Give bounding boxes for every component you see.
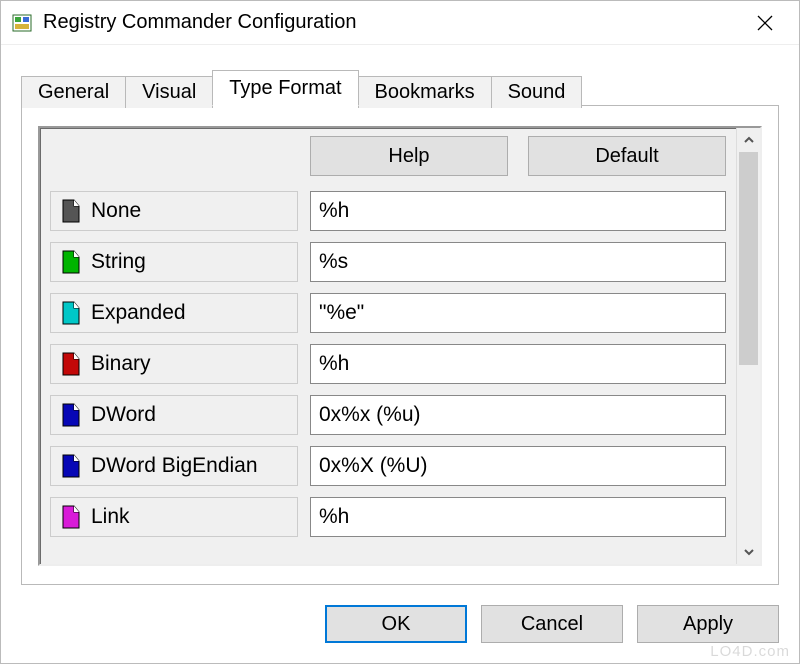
label-text: Link (91, 505, 130, 529)
scroll-thumb[interactable] (739, 152, 758, 365)
app-icon (11, 12, 33, 34)
format-input-dword-bigendian[interactable] (310, 446, 726, 486)
page-icon (61, 505, 81, 529)
window-title: Registry Commander Configuration (43, 11, 737, 34)
row-string: String (50, 241, 726, 283)
help-button[interactable]: Help (310, 136, 508, 176)
top-buttons: Help Default (310, 136, 726, 176)
label-expanded: Expanded (50, 293, 298, 333)
config-window: Registry Commander Configuration General… (0, 0, 800, 664)
row-expanded: Expanded (50, 292, 726, 334)
row-dword-bigendian: DWord BigEndian (50, 445, 726, 487)
row-dword: DWord (50, 394, 726, 436)
label-string: String (50, 242, 298, 282)
format-input-expanded[interactable] (310, 293, 726, 333)
tabpanel-frame: Help Default None String Expanded Binary DWo… (38, 126, 762, 566)
tab-bookmarks[interactable]: Bookmarks (358, 76, 492, 108)
scroll-up-icon[interactable] (737, 128, 760, 152)
row-none: None (50, 190, 726, 232)
label-text: Binary (91, 352, 151, 376)
scroll-down-icon[interactable] (737, 540, 760, 564)
tab-general[interactable]: General (21, 76, 126, 108)
format-input-string[interactable] (310, 242, 726, 282)
scroll-track[interactable] (737, 152, 760, 540)
label-text: None (91, 199, 141, 223)
page-icon (61, 352, 81, 376)
label-text: String (91, 250, 146, 274)
format-input-link[interactable] (310, 497, 726, 537)
format-input-binary[interactable] (310, 344, 726, 384)
tab-type-format[interactable]: Type Format (212, 70, 358, 106)
apply-button[interactable]: Apply (637, 605, 779, 643)
content: General Visual Type Format Bookmarks Sou… (1, 45, 799, 663)
format-input-none[interactable] (310, 191, 726, 231)
close-button[interactable] (737, 1, 793, 45)
tabstrip: General Visual Type Format Bookmarks Sou… (21, 65, 779, 105)
label-text: DWord (91, 403, 156, 427)
label-dword-bigendian: DWord BigEndian (50, 446, 298, 486)
tab-sound[interactable]: Sound (491, 76, 583, 108)
label-text: DWord BigEndian (91, 454, 258, 478)
row-link: Link (50, 496, 726, 538)
label-none: None (50, 191, 298, 231)
page-icon (61, 454, 81, 478)
row-binary: Binary (50, 343, 726, 385)
ok-button[interactable]: OK (325, 605, 467, 643)
tabpanel-type-format: Help Default None String Expanded Binary DWo… (21, 105, 779, 585)
page-icon (61, 199, 81, 223)
scroll-area: Help Default None String Expanded Binary DWo… (40, 128, 736, 564)
cancel-button[interactable]: Cancel (481, 605, 623, 643)
format-input-dword[interactable] (310, 395, 726, 435)
page-icon (61, 403, 81, 427)
label-binary: Binary (50, 344, 298, 384)
page-icon (61, 301, 81, 325)
page-icon (61, 250, 81, 274)
label-link: Link (50, 497, 298, 537)
titlebar: Registry Commander Configuration (1, 1, 799, 45)
label-dword: DWord (50, 395, 298, 435)
format-rows: None String Expanded Binary DWord DWord BigEn… (50, 190, 726, 538)
dialog-buttons: OK Cancel Apply (21, 585, 779, 663)
label-text: Expanded (91, 301, 186, 325)
default-button[interactable]: Default (528, 136, 726, 176)
tab-visual[interactable]: Visual (125, 76, 213, 108)
scrollbar[interactable] (736, 128, 760, 564)
